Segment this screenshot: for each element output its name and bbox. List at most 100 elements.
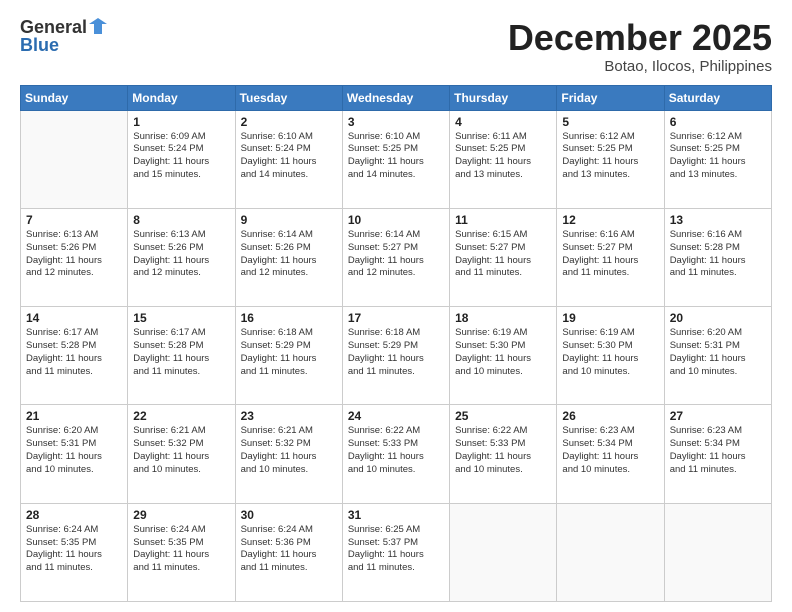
calendar-cell <box>557 503 664 601</box>
day-number: 29 <box>133 508 229 522</box>
day-info: Sunrise: 6:10 AM Sunset: 5:24 PM Dayligh… <box>241 131 337 182</box>
day-number: 7 <box>26 213 122 227</box>
calendar-table: SundayMondayTuesdayWednesdayThursdayFrid… <box>20 85 772 602</box>
day-number: 22 <box>133 409 229 423</box>
calendar-cell: 13 Sunrise: 6:16 AM Sunset: 5:28 PM Dayli… <box>664 208 771 306</box>
calendar-cell: 15 Sunrise: 6:17 AM Sunset: 5:28 PM Dayli… <box>128 307 235 405</box>
location: Botao, Ilocos, Philippines <box>508 58 772 75</box>
day-number: 25 <box>455 409 551 423</box>
day-info: Sunrise: 6:12 AM Sunset: 5:25 PM Dayligh… <box>562 131 658 182</box>
day-info: Sunrise: 6:23 AM Sunset: 5:34 PM Dayligh… <box>562 425 658 476</box>
day-info: Sunrise: 6:09 AM Sunset: 5:24 PM Dayligh… <box>133 131 229 182</box>
calendar-cell: 20 Sunrise: 6:20 AM Sunset: 5:31 PM Dayli… <box>664 307 771 405</box>
day-number: 31 <box>348 508 444 522</box>
day-header-monday: Monday <box>128 85 235 110</box>
day-info: Sunrise: 6:17 AM Sunset: 5:28 PM Dayligh… <box>133 327 229 378</box>
calendar-cell: 16Sunrise: 6:18 AM Sunset: 5:29 PM Dayli… <box>235 307 342 405</box>
day-info: Sunrise: 6:24 AM Sunset: 5:35 PM Dayligh… <box>133 524 229 575</box>
day-info: Sunrise: 6:12 AM Sunset: 5:25 PM Dayligh… <box>670 131 766 182</box>
day-number: 11 <box>455 213 551 227</box>
title-block: December 2025 Botao, Ilocos, Philippines <box>508 18 772 75</box>
day-number: 5 <box>562 115 658 129</box>
day-info: Sunrise: 6:18 AM Sunset: 5:29 PM Dayligh… <box>241 327 337 378</box>
day-info: Sunrise: 6:15 AM Sunset: 5:27 PM Dayligh… <box>455 229 551 280</box>
logo-blue-text: Blue <box>20 36 59 56</box>
day-info: Sunrise: 6:13 AM Sunset: 5:26 PM Dayligh… <box>26 229 122 280</box>
calendar-cell <box>664 503 771 601</box>
day-info: Sunrise: 6:20 AM Sunset: 5:31 PM Dayligh… <box>26 425 122 476</box>
calendar-cell: 1Sunrise: 6:09 AM Sunset: 5:24 PM Daylig… <box>128 110 235 208</box>
day-number: 24 <box>348 409 444 423</box>
day-number: 23 <box>241 409 337 423</box>
calendar-cell: 8Sunrise: 6:13 AM Sunset: 5:26 PM Daylig… <box>128 208 235 306</box>
calendar-cell: 25 Sunrise: 6:22 AM Sunset: 5:33 PM Dayli… <box>450 405 557 503</box>
day-header-tuesday: Tuesday <box>235 85 342 110</box>
logo-icon <box>89 18 107 36</box>
day-info: Sunrise: 6:21 AM Sunset: 5:32 PM Dayligh… <box>241 425 337 476</box>
day-number: 3 <box>348 115 444 129</box>
calendar-cell: 26 Sunrise: 6:23 AM Sunset: 5:34 PM Dayli… <box>557 405 664 503</box>
day-number: 17 <box>348 311 444 325</box>
day-info: Sunrise: 6:20 AM Sunset: 5:31 PM Dayligh… <box>670 327 766 378</box>
day-number: 12 <box>562 213 658 227</box>
calendar-cell: 10Sunrise: 6:14 AM Sunset: 5:27 PM Dayli… <box>342 208 449 306</box>
calendar-cell: 29 Sunrise: 6:24 AM Sunset: 5:35 PM Dayli… <box>128 503 235 601</box>
calendar-cell <box>450 503 557 601</box>
week-row-1: 7 Sunrise: 6:13 AM Sunset: 5:26 PM Daylig… <box>21 208 772 306</box>
day-number: 18 <box>455 311 551 325</box>
calendar-cell: 21 Sunrise: 6:20 AM Sunset: 5:31 PM Dayli… <box>21 405 128 503</box>
day-header-wednesday: Wednesday <box>342 85 449 110</box>
calendar-cell: 19 Sunrise: 6:19 AM Sunset: 5:30 PM Dayli… <box>557 307 664 405</box>
day-number: 28 <box>26 508 122 522</box>
calendar-cell: 18 Sunrise: 6:19 AM Sunset: 5:30 PM Dayli… <box>450 307 557 405</box>
day-number: 15 <box>133 311 229 325</box>
day-info: Sunrise: 6:10 AM Sunset: 5:25 PM Dayligh… <box>348 131 444 182</box>
day-info: Sunrise: 6:24 AM Sunset: 5:36 PM Dayligh… <box>241 524 337 575</box>
calendar-cell: 14 Sunrise: 6:17 AM Sunset: 5:28 PM Dayli… <box>21 307 128 405</box>
day-number: 21 <box>26 409 122 423</box>
week-row-3: 21 Sunrise: 6:20 AM Sunset: 5:31 PM Dayli… <box>21 405 772 503</box>
day-number: 26 <box>562 409 658 423</box>
week-row-2: 14 Sunrise: 6:17 AM Sunset: 5:28 PM Dayli… <box>21 307 772 405</box>
page: General Blue December 2025 Botao, Ilocos… <box>0 0 792 612</box>
week-row-4: 28 Sunrise: 6:24 AM Sunset: 5:35 PM Dayli… <box>21 503 772 601</box>
calendar-cell: 11 Sunrise: 6:15 AM Sunset: 5:27 PM Dayli… <box>450 208 557 306</box>
day-header-thursday: Thursday <box>450 85 557 110</box>
day-info: Sunrise: 6:14 AM Sunset: 5:26 PM Dayligh… <box>241 229 337 280</box>
day-number: 4 <box>455 115 551 129</box>
day-number: 6 <box>670 115 766 129</box>
calendar-cell: 17 Sunrise: 6:18 AM Sunset: 5:29 PM Dayli… <box>342 307 449 405</box>
day-info: Sunrise: 6:23 AM Sunset: 5:34 PM Dayligh… <box>670 425 766 476</box>
day-number: 9 <box>241 213 337 227</box>
calendar-cell: 3 Sunrise: 6:10 AM Sunset: 5:25 PM Daylig… <box>342 110 449 208</box>
day-info: Sunrise: 6:22 AM Sunset: 5:33 PM Dayligh… <box>455 425 551 476</box>
header: General Blue December 2025 Botao, Ilocos… <box>20 18 772 75</box>
calendar-cell: 12Sunrise: 6:16 AM Sunset: 5:27 PM Dayli… <box>557 208 664 306</box>
day-header-sunday: Sunday <box>21 85 128 110</box>
day-number: 14 <box>26 311 122 325</box>
calendar-cell: 4 Sunrise: 6:11 AM Sunset: 5:25 PM Daylig… <box>450 110 557 208</box>
calendar-cell: 27Sunrise: 6:23 AM Sunset: 5:34 PM Dayli… <box>664 405 771 503</box>
week-row-0: 1Sunrise: 6:09 AM Sunset: 5:24 PM Daylig… <box>21 110 772 208</box>
day-number: 20 <box>670 311 766 325</box>
day-info: Sunrise: 6:17 AM Sunset: 5:28 PM Dayligh… <box>26 327 122 378</box>
calendar-cell: 28Sunrise: 6:24 AM Sunset: 5:35 PM Dayli… <box>21 503 128 601</box>
calendar-cell: 2Sunrise: 6:10 AM Sunset: 5:24 PM Daylig… <box>235 110 342 208</box>
day-number: 19 <box>562 311 658 325</box>
day-info: Sunrise: 6:22 AM Sunset: 5:33 PM Dayligh… <box>348 425 444 476</box>
day-number: 10 <box>348 213 444 227</box>
day-info: Sunrise: 6:19 AM Sunset: 5:30 PM Dayligh… <box>455 327 551 378</box>
calendar-cell: 22Sunrise: 6:21 AM Sunset: 5:32 PM Dayli… <box>128 405 235 503</box>
day-info: Sunrise: 6:19 AM Sunset: 5:30 PM Dayligh… <box>562 327 658 378</box>
day-info: Sunrise: 6:18 AM Sunset: 5:29 PM Dayligh… <box>348 327 444 378</box>
day-info: Sunrise: 6:11 AM Sunset: 5:25 PM Dayligh… <box>455 131 551 182</box>
day-info: Sunrise: 6:16 AM Sunset: 5:28 PM Dayligh… <box>670 229 766 280</box>
calendar-cell: 5 Sunrise: 6:12 AM Sunset: 5:25 PM Daylig… <box>557 110 664 208</box>
day-number: 13 <box>670 213 766 227</box>
day-info: Sunrise: 6:13 AM Sunset: 5:26 PM Dayligh… <box>133 229 229 280</box>
calendar-cell: 30 Sunrise: 6:24 AM Sunset: 5:36 PM Dayli… <box>235 503 342 601</box>
day-info: Sunrise: 6:25 AM Sunset: 5:37 PM Dayligh… <box>348 524 444 575</box>
day-header-saturday: Saturday <box>664 85 771 110</box>
logo: General Blue <box>20 18 107 56</box>
day-number: 30 <box>241 508 337 522</box>
